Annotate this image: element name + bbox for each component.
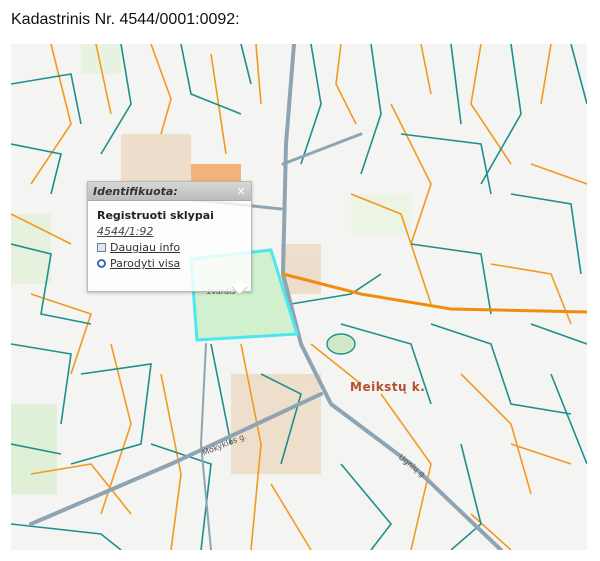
parcel-id-link[interactable]: 4544/1:92	[97, 225, 242, 238]
village-label: Meikstų k.	[350, 380, 426, 394]
parcel-boundaries	[11, 44, 587, 550]
identify-popup: Identifikuota: × Registruoti sklypai 454…	[87, 181, 252, 296]
show-all-label: Parodyti visa	[110, 257, 181, 270]
cadastral-map[interactable]: Meikstų k. žvardis Mokyklos g. Ugnių g. …	[11, 44, 587, 550]
show-all-link[interactable]: Parodyti visa	[97, 257, 242, 270]
land-boundaries	[11, 44, 587, 550]
close-icon[interactable]: ×	[236, 185, 246, 197]
map-canvas[interactable]	[11, 44, 587, 550]
page-title: Kadastrinis Nr. 4544/0001:0092:	[11, 11, 240, 28]
more-info-link[interactable]: Daugiau info	[97, 241, 242, 254]
pond	[326, 333, 356, 355]
popup-section-title: Registruoti sklypai	[97, 209, 214, 222]
more-info-label: Daugiau info	[110, 241, 181, 254]
popup-title: Identifikuota:	[93, 184, 178, 198]
search-icon	[97, 259, 106, 268]
popup-body: Registruoti sklypai 4544/1:92 Daugiau in…	[88, 201, 251, 274]
document-icon	[97, 243, 106, 252]
popup-header: Identifikuota: ×	[88, 182, 251, 201]
